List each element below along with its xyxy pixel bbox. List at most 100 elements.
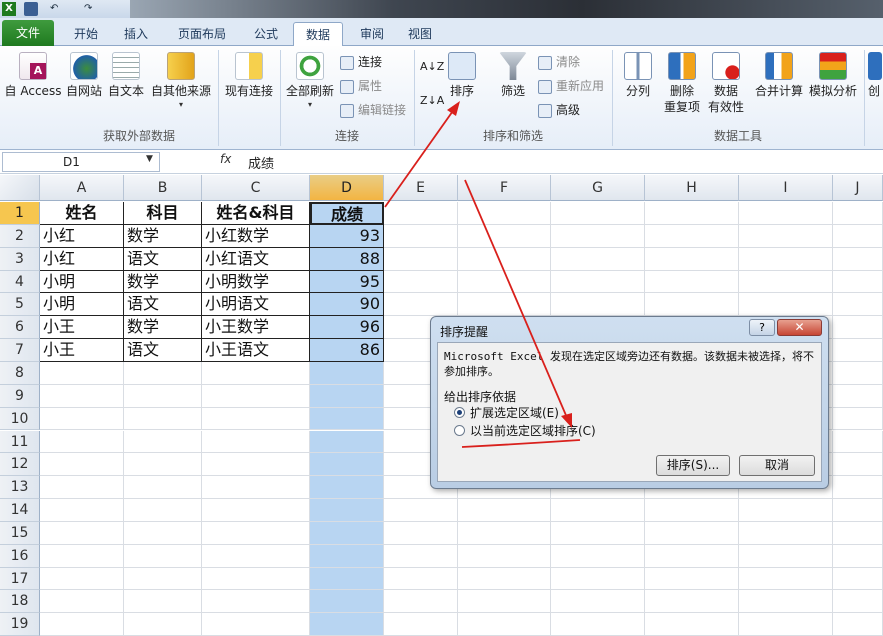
empty-cell[interactable] (458, 613, 551, 636)
row-header-5[interactable]: 5 (0, 293, 40, 317)
empty-cell[interactable] (124, 613, 202, 636)
empty-cell[interactable] (384, 293, 458, 317)
existing-connections-button[interactable]: 现有连接 (222, 52, 276, 98)
empty-cell[interactable] (40, 407, 124, 431)
cell-c4[interactable]: 小明数学 (202, 270, 310, 294)
empty-cell[interactable] (202, 476, 310, 500)
empty-cell[interactable] (645, 544, 739, 568)
empty-cell[interactable] (124, 384, 202, 408)
empty-cell[interactable] (645, 224, 739, 248)
empty-cell[interactable] (739, 544, 833, 568)
empty-cell[interactable] (384, 270, 458, 294)
row-header-13[interactable]: 13 (0, 476, 40, 500)
empty-cell[interactable] (458, 270, 551, 294)
empty-cell[interactable] (833, 453, 883, 477)
row-header-12[interactable]: 12 (0, 453, 40, 477)
empty-cell[interactable] (40, 613, 124, 636)
empty-cell[interactable] (551, 293, 645, 317)
empty-cell[interactable] (40, 384, 124, 408)
remove-duplicates-button[interactable]: 删除 重复项 (660, 52, 704, 114)
empty-cell[interactable] (384, 499, 458, 522)
column-header-i[interactable]: I (739, 175, 833, 201)
empty-cell[interactable] (551, 202, 645, 225)
tab-formulas[interactable]: 公式 (244, 22, 288, 46)
empty-cell[interactable] (40, 453, 124, 477)
empty-cell[interactable] (833, 293, 883, 317)
cell-a4[interactable]: 小明 (40, 270, 124, 294)
empty-cell[interactable] (124, 430, 202, 454)
empty-cell[interactable] (310, 453, 384, 477)
column-header-c[interactable]: C (202, 175, 310, 201)
cell-a1[interactable]: 姓名 (40, 202, 124, 225)
empty-cell[interactable] (645, 590, 739, 614)
empty-cell[interactable] (739, 521, 833, 545)
row-header-14[interactable]: 14 (0, 499, 40, 522)
from-access-button[interactable]: A 自 Access (4, 52, 62, 98)
sort-button[interactable]: 排序 (446, 52, 478, 98)
empty-cell[interactable] (833, 384, 883, 408)
empty-cell[interactable] (202, 384, 310, 408)
excel-icon[interactable]: X (2, 2, 16, 16)
column-header-b[interactable]: B (124, 175, 202, 201)
cell-b2[interactable]: 数学 (124, 224, 202, 248)
empty-cell[interactable] (458, 590, 551, 614)
row-header-15[interactable]: 15 (0, 521, 40, 545)
cell-b4[interactable]: 数学 (124, 270, 202, 294)
empty-cell[interactable] (645, 247, 739, 271)
empty-cell[interactable] (833, 499, 883, 522)
empty-cell[interactable] (833, 430, 883, 454)
empty-cell[interactable] (833, 407, 883, 431)
column-header-f[interactable]: F (458, 175, 551, 201)
empty-cell[interactable] (202, 590, 310, 614)
cell-d6[interactable]: 96 (310, 316, 384, 340)
empty-cell[interactable] (551, 521, 645, 545)
empty-cell[interactable] (384, 590, 458, 614)
column-header-j[interactable]: J (833, 175, 883, 201)
empty-cell[interactable] (40, 476, 124, 500)
row-header-3[interactable]: 3 (0, 247, 40, 271)
cell-c2[interactable]: 小红数学 (202, 224, 310, 248)
chevron-down-icon[interactable]: ▼ (146, 154, 153, 164)
consolidate-button[interactable]: 合并计算 (752, 52, 806, 98)
empty-cell[interactable] (551, 270, 645, 294)
expand-selection-radio[interactable]: 扩展选定区域(E) (454, 405, 559, 421)
empty-cell[interactable] (202, 453, 310, 477)
empty-cell[interactable] (124, 476, 202, 500)
row-header-16[interactable]: 16 (0, 544, 40, 568)
undo-icon[interactable]: ↶ (50, 2, 58, 16)
empty-cell[interactable] (458, 202, 551, 225)
filter-button[interactable]: 筛选 (496, 52, 530, 98)
cell-b1[interactable]: 科目 (124, 202, 202, 225)
cell-c6[interactable]: 小王数学 (202, 316, 310, 340)
empty-cell[interactable] (310, 567, 384, 591)
empty-cell[interactable] (551, 499, 645, 522)
tab-view[interactable]: 视图 (398, 22, 442, 46)
empty-cell[interactable] (833, 521, 883, 545)
row-header-1[interactable]: 1 (0, 202, 40, 225)
formula-input[interactable]: 成绩 (248, 153, 274, 172)
empty-cell[interactable] (384, 224, 458, 248)
cell-d3[interactable]: 88 (310, 247, 384, 271)
tab-review[interactable]: 审阅 (350, 22, 394, 46)
empty-cell[interactable] (40, 590, 124, 614)
empty-cell[interactable] (124, 590, 202, 614)
empty-cell[interactable] (202, 544, 310, 568)
empty-cell[interactable] (833, 361, 883, 385)
sort-descending-button[interactable]: Z↓A (420, 94, 444, 112)
empty-cell[interactable] (124, 567, 202, 591)
cell-c1[interactable]: 姓名&科目 (202, 202, 310, 225)
empty-cell[interactable] (833, 247, 883, 271)
row-header-19[interactable]: 19 (0, 613, 40, 636)
redo-icon[interactable]: ↷ (84, 2, 92, 16)
cell-b7[interactable]: 语文 (124, 339, 202, 362)
empty-cell[interactable] (384, 521, 458, 545)
empty-cell[interactable] (124, 407, 202, 431)
empty-cell[interactable] (124, 521, 202, 545)
empty-cell[interactable] (202, 521, 310, 545)
function-icon[interactable]: fx (220, 152, 231, 166)
row-header-4[interactable]: 4 (0, 270, 40, 294)
empty-cell[interactable] (310, 521, 384, 545)
row-header-8[interactable]: 8 (0, 361, 40, 385)
empty-cell[interactable] (124, 453, 202, 477)
column-header-a[interactable]: A (40, 175, 124, 201)
